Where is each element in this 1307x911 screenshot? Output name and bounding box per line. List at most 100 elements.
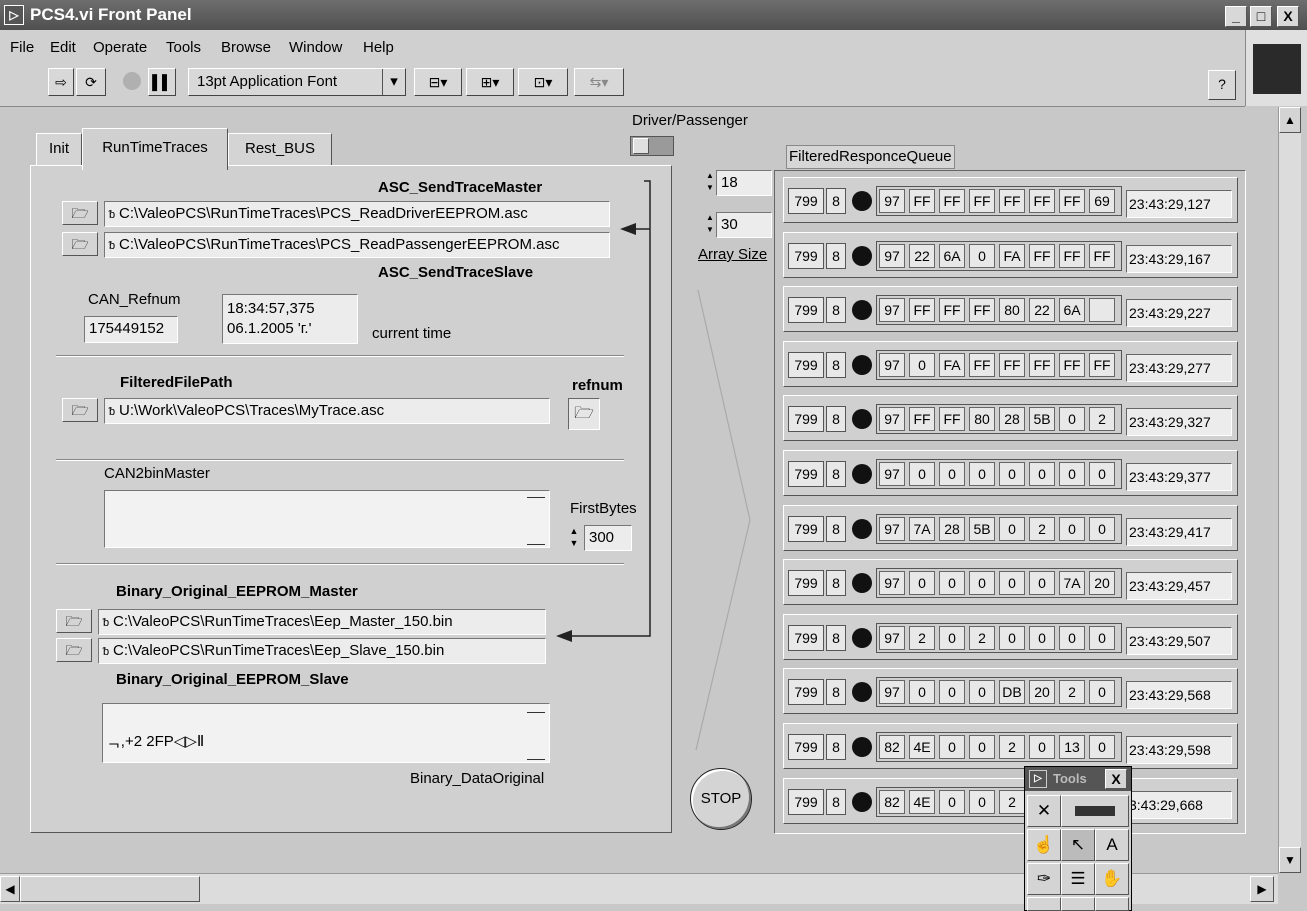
menu-browse[interactable]: Browse bbox=[221, 39, 271, 56]
can-length-indicator: 8 bbox=[826, 679, 846, 706]
data-byte: 97 bbox=[879, 189, 905, 213]
binary-data-original-string[interactable]: ᆨ,+2 2FP◁▷Ⅱ bbox=[102, 703, 550, 763]
horizontal-scroll-thumb[interactable] bbox=[20, 876, 200, 902]
vi-icon-pane bbox=[1245, 30, 1307, 106]
data-bytes-array: 97 FF FF FF FF FF FF 69 bbox=[876, 186, 1122, 216]
resize-objects-icon[interactable]: ⊡▾ bbox=[518, 68, 568, 96]
bin-slave-path-input[interactable]: ᵬ C:\ValeoPCS\RunTimeTraces\Eep_Slave_150… bbox=[98, 638, 546, 664]
browse-folder-icon[interactable]: 🗁 bbox=[56, 609, 92, 633]
status-led-icon bbox=[852, 191, 872, 211]
stop-button[interactable]: STOP bbox=[690, 768, 752, 830]
bin-master-path-input[interactable]: ᵬ C:\ValeoPCS\RunTimeTraces\Eep_Master_15… bbox=[98, 609, 546, 635]
asc-slave-path-input[interactable]: ᵬ C:\ValeoPCS\RunTimeTraces\PCS_ReadPasse… bbox=[104, 232, 610, 258]
menu-bar: File Edit Operate Tools Browse Window He… bbox=[0, 30, 1307, 60]
data-byte: 0 bbox=[1029, 625, 1055, 650]
timestamp-indicator: 23:43:29,327 bbox=[1126, 408, 1232, 437]
font-selector[interactable]: 13pt Application Font ▾ bbox=[188, 68, 406, 96]
data-byte: 0 bbox=[1089, 680, 1115, 705]
reorder-icon[interactable]: ⇆▾ bbox=[574, 68, 624, 96]
menu-tools[interactable]: Tools bbox=[166, 39, 201, 56]
timestamp-indicator: 3:43:29,668 bbox=[1126, 790, 1232, 819]
timestamp-indicator: 23:43:29,377 bbox=[1126, 463, 1232, 491]
probe-tool-icon[interactable] bbox=[1061, 897, 1095, 911]
bin-slave-path-text: C:\ValeoPCS\RunTimeTraces\Eep_Slave_150.… bbox=[113, 642, 445, 659]
data-byte: 0 bbox=[1089, 516, 1115, 541]
switch-slider[interactable] bbox=[633, 138, 649, 154]
menu-file[interactable]: File bbox=[10, 39, 34, 56]
browse-folder-icon[interactable]: 🗁 bbox=[62, 201, 98, 225]
scroll-right-arrow-icon[interactable]: ▶ bbox=[1250, 876, 1274, 902]
tab-runtimetraces[interactable]: RunTimeTraces bbox=[82, 128, 228, 170]
align-objects-icon[interactable]: ⊟▾ bbox=[414, 68, 462, 96]
queue-element: 799 8 97 22 6A 0 FA FF FF FF 23:43:29,167 bbox=[783, 231, 1238, 278]
filtered-file-path-input[interactable]: ᵬ U:\Work\ValeoPCS\Traces\MyTrace.asc bbox=[104, 398, 550, 424]
menu-operate[interactable]: Operate bbox=[93, 39, 147, 56]
close-button[interactable]: X bbox=[1277, 6, 1299, 27]
array-size-spinner-icon[interactable]: ▲ ▼ bbox=[704, 212, 716, 238]
can-id-indicator: 799 bbox=[788, 297, 824, 324]
path-icon: ᵬ bbox=[109, 240, 116, 252]
can-length-indicator: 8 bbox=[826, 570, 846, 597]
vi-icon[interactable] bbox=[1253, 44, 1301, 94]
scroll-tool-icon[interactable]: ✋ bbox=[1095, 863, 1129, 895]
abort-icon[interactable] bbox=[118, 68, 146, 96]
shortcut-menu-tool-icon[interactable]: ☰ bbox=[1061, 863, 1095, 895]
scroll-up-arrow-icon[interactable]: ▲ bbox=[1279, 107, 1301, 133]
menu-window[interactable]: Window bbox=[289, 39, 342, 56]
tab-rest-bus[interactable]: Rest_BUS bbox=[228, 133, 332, 165]
toolbar: ⇨ ⟳ ▌▌ 13pt Application Font ▾ ⊟▾ ⊞▾ ⊡▾ … bbox=[0, 60, 1245, 107]
distribute-objects-icon[interactable]: ⊞▾ bbox=[466, 68, 514, 96]
vertical-scrollbar[interactable]: ▲ ▼ bbox=[1278, 107, 1301, 873]
array-index-input[interactable]: 18 bbox=[716, 170, 772, 196]
data-byte: FF bbox=[969, 352, 995, 377]
operate-value-tool-icon[interactable]: ☝ bbox=[1027, 829, 1061, 861]
path-icon: ᵬ bbox=[109, 209, 116, 221]
data-byte: 0 bbox=[939, 571, 965, 596]
can-id-indicator: 799 bbox=[788, 788, 824, 815]
browse-folder-icon[interactable]: 🗁 bbox=[56, 638, 92, 662]
data-byte: 0 bbox=[1029, 735, 1055, 759]
can2bin-master-string[interactable] bbox=[104, 490, 550, 548]
array-size-input[interactable]: 30 bbox=[716, 212, 772, 238]
data-byte: 5B bbox=[1029, 407, 1055, 432]
asc-master-path-input[interactable]: ᵬ C:\ValeoPCS\RunTimeTraces\PCS_ReadDrive… bbox=[104, 201, 610, 227]
timestamp-indicator: 23:43:29,568 bbox=[1126, 681, 1232, 710]
breakpoint-tool-icon[interactable] bbox=[1027, 897, 1061, 911]
data-byte: 80 bbox=[999, 298, 1025, 323]
text-tool-icon[interactable]: A bbox=[1095, 829, 1129, 861]
tools-title-bar: ▷ Tools X bbox=[1025, 767, 1131, 791]
data-byte: FF bbox=[1029, 189, 1055, 213]
run-continuously-icon[interactable]: ⟳ bbox=[76, 68, 106, 96]
automatic-tool-icon[interactable]: ✕ bbox=[1027, 795, 1061, 827]
scroll-left-arrow-icon[interactable]: ◀ bbox=[0, 876, 20, 902]
data-byte: 97 bbox=[879, 516, 905, 541]
browse-folder-icon[interactable]: 🗁 bbox=[62, 232, 98, 256]
data-byte: 0 bbox=[939, 625, 965, 650]
context-help-button[interactable]: ? bbox=[1208, 70, 1236, 100]
color-tool-icon[interactable] bbox=[1095, 897, 1129, 911]
tab-init[interactable]: Init bbox=[36, 133, 82, 165]
run-arrow-icon[interactable]: ⇨ bbox=[48, 68, 74, 96]
bin-slave-label: Binary_Original_EEPROM_Slave bbox=[116, 671, 349, 688]
asc-master-label: ASC_SendTraceMaster bbox=[378, 179, 543, 196]
data-byte: 4E bbox=[909, 735, 935, 759]
data-byte: FF bbox=[999, 189, 1025, 213]
browse-folder-icon[interactable]: 🗁 bbox=[62, 398, 98, 422]
menu-edit[interactable]: Edit bbox=[50, 39, 76, 56]
menu-help[interactable]: Help bbox=[363, 39, 394, 56]
driver-passenger-switch[interactable] bbox=[630, 136, 674, 156]
scroll-down-arrow-icon[interactable]: ▼ bbox=[1279, 847, 1301, 873]
array-index-spinner-icon[interactable]: ▲ ▼ bbox=[704, 170, 716, 196]
data-byte: 2 bbox=[909, 625, 935, 650]
minimize-button[interactable]: _ bbox=[1225, 6, 1247, 27]
wiring-tool-icon[interactable]: ✑ bbox=[1027, 863, 1061, 895]
data-byte: 28 bbox=[939, 516, 965, 541]
can-length-indicator: 8 bbox=[826, 515, 846, 542]
pause-icon[interactable]: ▌▌ bbox=[148, 68, 176, 96]
maximize-button[interactable]: □ bbox=[1250, 6, 1272, 27]
tools-close-button[interactable]: X bbox=[1105, 769, 1127, 789]
font-dropdown-icon[interactable]: ▾ bbox=[382, 69, 405, 95]
labview-app-icon[interactable]: ▷ bbox=[4, 5, 24, 25]
position-tool-icon[interactable]: ↖ bbox=[1061, 829, 1095, 861]
path-icon: ᵬ bbox=[103, 646, 110, 658]
